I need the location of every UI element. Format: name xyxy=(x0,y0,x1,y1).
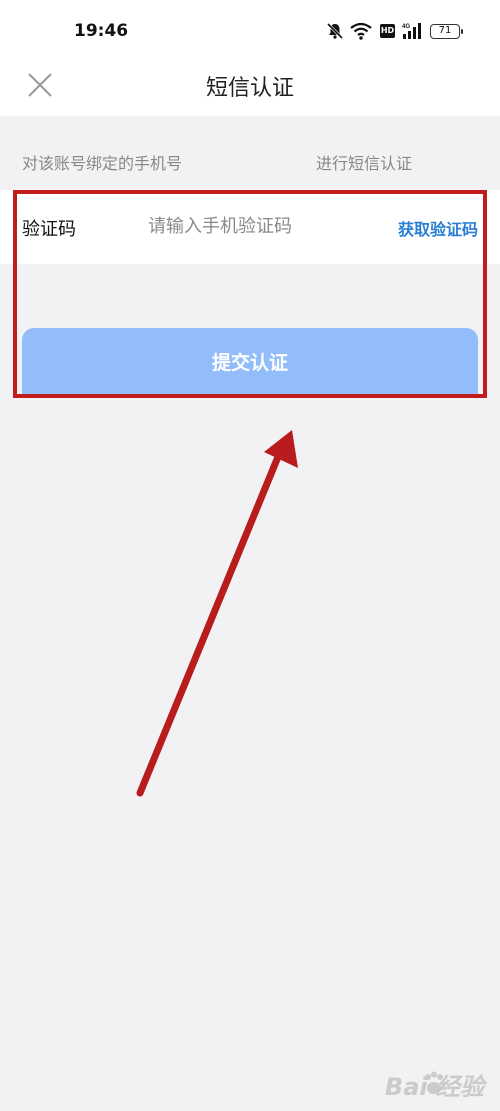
verification-code-input[interactable] xyxy=(148,209,368,243)
notice-left-text: 对该账号绑定的手机号 xyxy=(22,154,183,173)
get-code-button[interactable]: 获取验证码 xyxy=(398,216,478,240)
status-time: 19:46 xyxy=(74,21,129,41)
battery-indicator: 71 xyxy=(430,24,463,39)
notice-right-text: 进行短信认证 xyxy=(315,154,412,173)
status-bar: 19:46 HD 4G 71 xyxy=(0,0,500,62)
baidu-jingyan-watermark: Bai 经验 xyxy=(385,1067,484,1103)
hd-icon: HD xyxy=(380,24,395,38)
wifi-icon xyxy=(350,22,372,40)
verification-code-label: 验证码 xyxy=(22,219,76,240)
page-title: 短信认证 xyxy=(205,76,294,101)
screen: 19:46 HD 4G 71 短信认证 对该账号绑定的手机号 进行短信认证 验证… xyxy=(0,0,500,1111)
sms-notice: 对该账号绑定的手机号 进行短信认证 xyxy=(22,150,412,174)
nav-header: 短信认证 xyxy=(0,62,500,116)
submit-verification-button[interactable]: 提交认证 xyxy=(22,328,478,394)
paw-icon xyxy=(424,1071,443,1094)
muted-bell-icon xyxy=(326,22,344,40)
svg-text:4G: 4G xyxy=(402,24,410,30)
signal-icon: 4G xyxy=(402,23,421,39)
verification-code-row: 验证码 获取验证码 xyxy=(0,190,500,264)
